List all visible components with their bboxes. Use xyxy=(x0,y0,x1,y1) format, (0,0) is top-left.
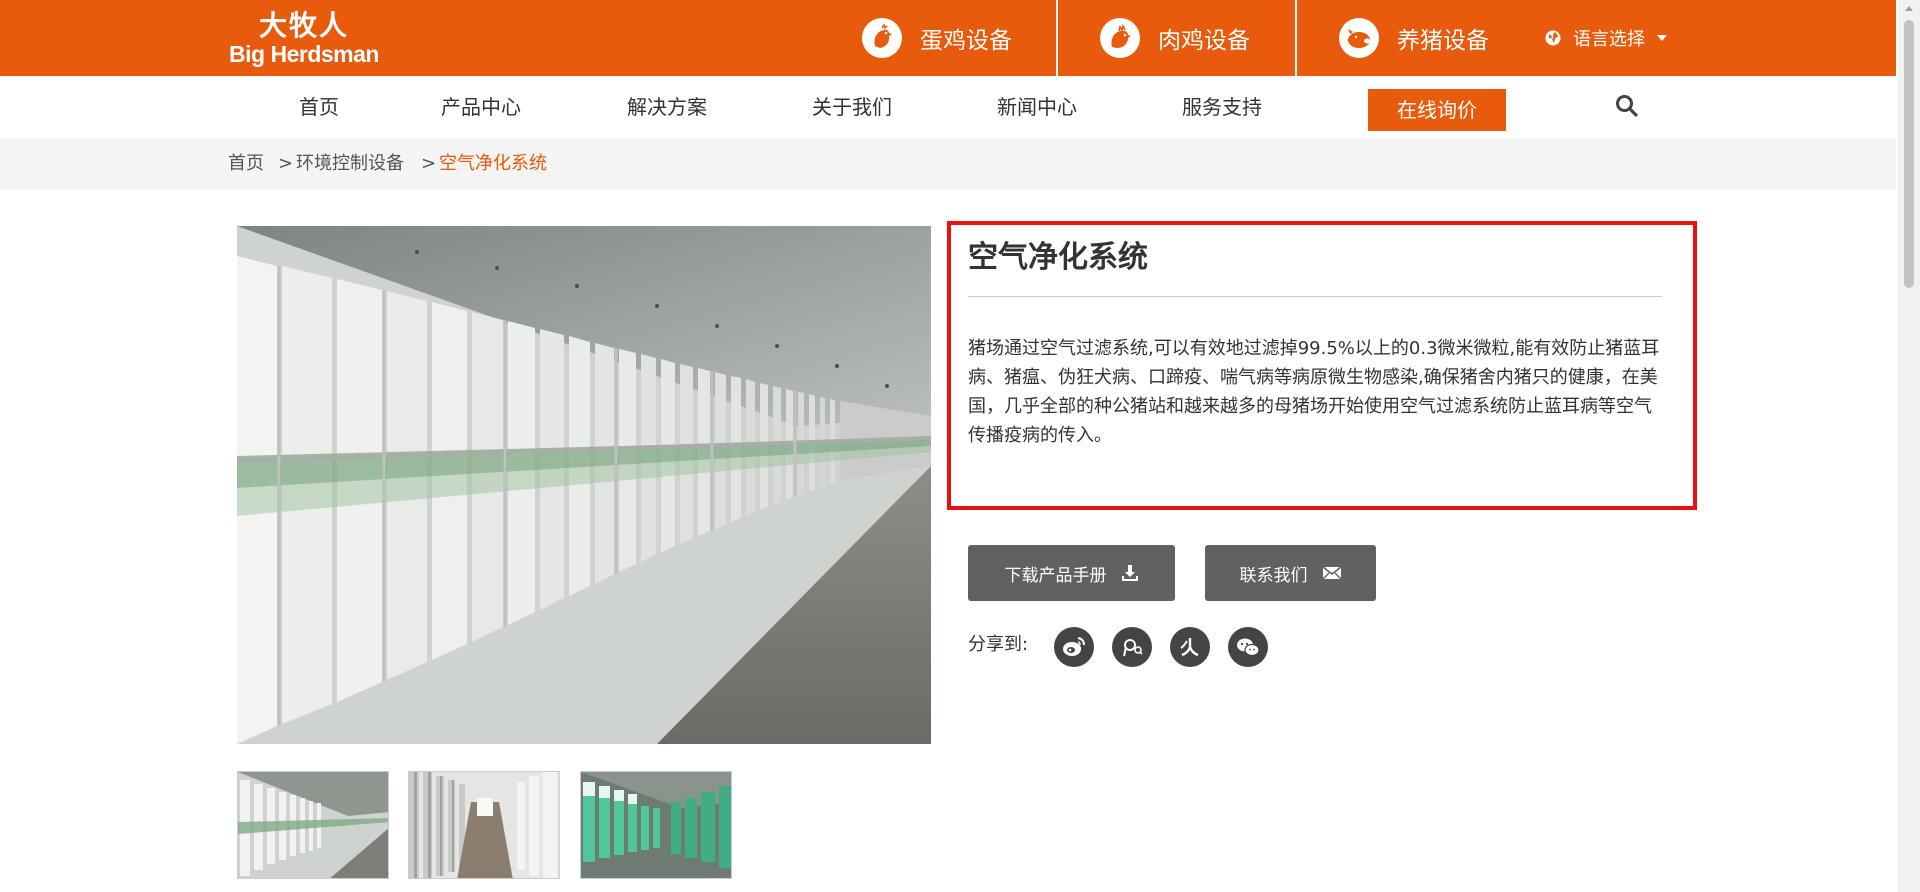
download-manual-button[interactable]: 下载产品手册 xyxy=(968,545,1175,601)
tencent-weibo-icon[interactable] xyxy=(1112,627,1152,667)
category-layer-equipment[interactable]: 蛋鸡设备 xyxy=(862,0,1012,76)
globe-icon xyxy=(1545,30,1561,46)
wechat-icon[interactable] xyxy=(1228,627,1268,667)
category-label: 养猪设备 xyxy=(1397,28,1489,54)
divider xyxy=(1295,0,1297,76)
nav-item-about[interactable]: 关于我们 xyxy=(812,76,892,138)
product-description: 猪场通过空气过滤系统,可以有效地过滤掉99.5%以上的0.3微米微粒,能有效防止… xyxy=(968,338,1660,446)
nav-item-products[interactable]: 产品中心 xyxy=(441,76,521,138)
contact-us-button[interactable]: 联系我们 xyxy=(1205,545,1376,601)
breadcrumb-separator: > xyxy=(421,153,437,174)
chevron-down-icon xyxy=(1657,35,1667,41)
divider xyxy=(968,296,1662,297)
language-selector[interactable]: 语言选择 xyxy=(1545,0,1667,76)
divider xyxy=(1056,0,1058,76)
share-label: 分享到: xyxy=(968,634,1029,655)
breadcrumb-category[interactable]: 环境控制设备 xyxy=(296,138,404,190)
product-thumbnail[interactable] xyxy=(580,771,732,879)
product-main-image[interactable] xyxy=(237,226,931,744)
chicken-icon xyxy=(862,18,902,58)
nav-item-support[interactable]: 服务支持 xyxy=(1182,76,1262,138)
brand-logo[interactable]: 大牧人 Big Herdsman xyxy=(228,9,380,67)
main-nav: 首页 产品中心 解决方案 关于我们 新闻中心 服务支持 在线询价 xyxy=(0,76,1896,138)
nav-item-solutions[interactable]: 解决方案 xyxy=(627,76,707,138)
renren-icon[interactable] xyxy=(1170,627,1210,667)
category-label: 肉鸡设备 xyxy=(1158,28,1250,54)
nav-item-home[interactable]: 首页 xyxy=(299,76,339,138)
breadcrumb-separator: > xyxy=(278,153,294,174)
contact-us-label: 联系我们 xyxy=(1239,565,1308,586)
category-pig-equipment[interactable]: 养猪设备 xyxy=(1339,0,1489,76)
rooster-icon xyxy=(1100,18,1140,58)
top-bar: 大牧人 Big Herdsman 蛋鸡设备 肉鸡设备 养猪设备 语言选择 xyxy=(0,0,1896,76)
language-label: 语言选择 xyxy=(1573,29,1645,50)
download-manual-label: 下载产品手册 xyxy=(1004,565,1107,586)
product-title: 空气净化系统 xyxy=(968,240,1148,275)
category-broiler-equipment[interactable]: 肉鸡设备 xyxy=(1100,0,1250,76)
weibo-icon[interactable] xyxy=(1054,627,1094,667)
product-thumbnail[interactable] xyxy=(408,771,560,879)
download-icon xyxy=(1121,565,1138,581)
page: 大牧人 Big Herdsman 蛋鸡设备 肉鸡设备 养猪设备 语言选择 首页 … xyxy=(0,0,1920,892)
nav-item-news[interactable]: 新闻中心 xyxy=(997,76,1077,138)
vertical-scrollbar[interactable] xyxy=(1898,0,1920,892)
brand-name-cn: 大牧人 xyxy=(258,9,349,42)
category-label: 蛋鸡设备 xyxy=(920,28,1012,54)
online-inquiry-button[interactable]: 在线询价 xyxy=(1368,89,1506,131)
breadcrumb: 首页 > 环境控制设备 > 空气净化系统 xyxy=(0,138,1896,190)
product-thumbnail[interactable] xyxy=(237,771,389,879)
brand-name-en: Big Herdsman xyxy=(229,41,379,67)
breadcrumb-home[interactable]: 首页 xyxy=(228,138,264,190)
search-icon[interactable] xyxy=(1615,94,1639,118)
pig-icon xyxy=(1339,18,1379,58)
scrollbar-thumb[interactable] xyxy=(1904,20,1914,288)
breadcrumb-current: 空气净化系统 xyxy=(439,153,547,174)
envelope-icon xyxy=(1322,566,1341,580)
scroll-up-arrow-icon[interactable] xyxy=(1905,6,1913,11)
